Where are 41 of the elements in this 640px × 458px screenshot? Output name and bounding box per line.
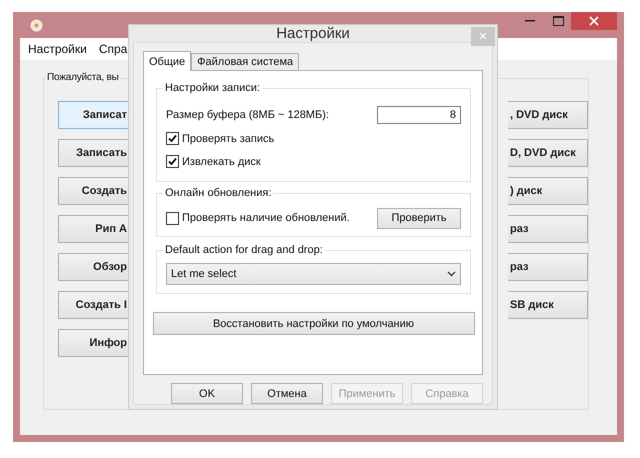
tab[interactable]: Общие [143, 51, 192, 71]
tab[interactable]: Файловая система [191, 53, 300, 70]
group-label: Онлайн обновления: [163, 187, 274, 199]
dialog-button[interactable]: OK [171, 383, 243, 404]
action-button[interactable]: Создать I [58, 291, 129, 319]
close-icon [589, 16, 599, 26]
checkbox[interactable] [166, 212, 179, 224]
restore-defaults-button[interactable]: Восстановить настройки по умолчанию [152, 312, 474, 335]
action-button[interactable]: Обзор [58, 253, 129, 281]
buffer-field[interactable]: 8 [377, 106, 461, 124]
minimize-icon [525, 20, 535, 22]
checkbox-label: Извлекать диск [182, 156, 261, 168]
disc-icon [30, 18, 43, 32]
action-button[interactable]: раз [508, 215, 588, 243]
action-button[interactable]: Записат [58, 101, 129, 129]
action-dropdown[interactable]: Let me select [166, 263, 461, 285]
action-button[interactable]: раз [508, 253, 588, 281]
dialog-title: Настройки [276, 25, 350, 42]
checkbox[interactable] [166, 132, 179, 145]
action-button[interactable]: D, DVD диск [508, 139, 588, 167]
checkbox-label: Проверять наличие обновлений. [182, 212, 350, 224]
action-button[interactable]: Инфор [58, 329, 129, 357]
menu-item[interactable]: Настройки [28, 42, 87, 56]
group-label: Default action for drag and drop: [163, 244, 325, 256]
checkbox-label: Проверять запись [182, 132, 274, 144]
checkbox[interactable] [166, 155, 179, 168]
action-button[interactable]: SB диск [508, 291, 588, 319]
close-button[interactable] [571, 12, 617, 30]
buffer-label: Размер буфера (8МБ ~ 128МБ): [166, 109, 329, 121]
group-label: Настройки записи: [163, 82, 262, 94]
group-label: Пожалуйста, вы [46, 72, 120, 83]
action-button[interactable]: , DVD диск [508, 101, 588, 129]
dialog-button[interactable]: Отмена [251, 383, 323, 404]
chevron-down-icon [447, 271, 456, 277]
maximize-icon [552, 16, 564, 26]
action-button[interactable]: Рип А [58, 215, 129, 243]
action-button[interactable]: ) диск [508, 177, 588, 205]
action-button[interactable]: Создать [58, 177, 129, 205]
menu-item[interactable]: Спра [98, 42, 128, 56]
check-button[interactable]: Проверить [377, 208, 461, 228]
action-button[interactable]: Записать [58, 139, 129, 167]
